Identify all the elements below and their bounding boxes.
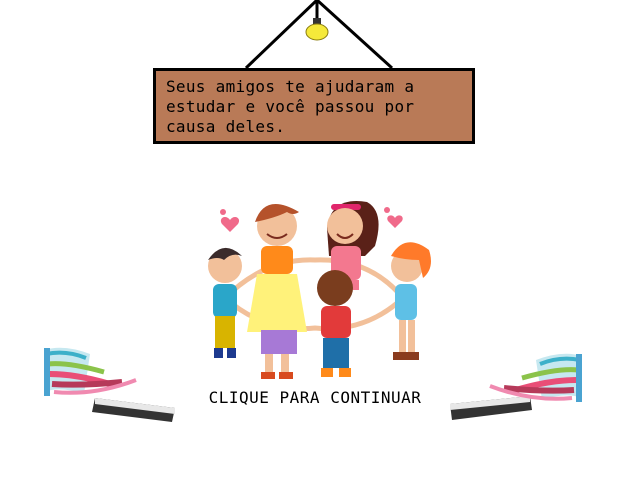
message-sign: Seus amigos te ajudaram a estudar e você… (153, 68, 475, 144)
continue-button[interactable]: CLIQUE PARA CONTINUAR (180, 386, 450, 408)
sign-line-3: causa deles. (166, 117, 286, 136)
book-stack-icon (44, 347, 175, 422)
book-stack-icon (450, 353, 582, 420)
sign-line-2: estudar e você passou por (166, 97, 415, 116)
ceiling-lamp-icon (305, 18, 329, 41)
sign-line-1: Seus amigos te ajudaram a (166, 77, 415, 96)
children-holding-hands-illustration (208, 201, 431, 379)
game-scene: Seus amigos te ajudaram a estudar e você… (0, 0, 640, 480)
